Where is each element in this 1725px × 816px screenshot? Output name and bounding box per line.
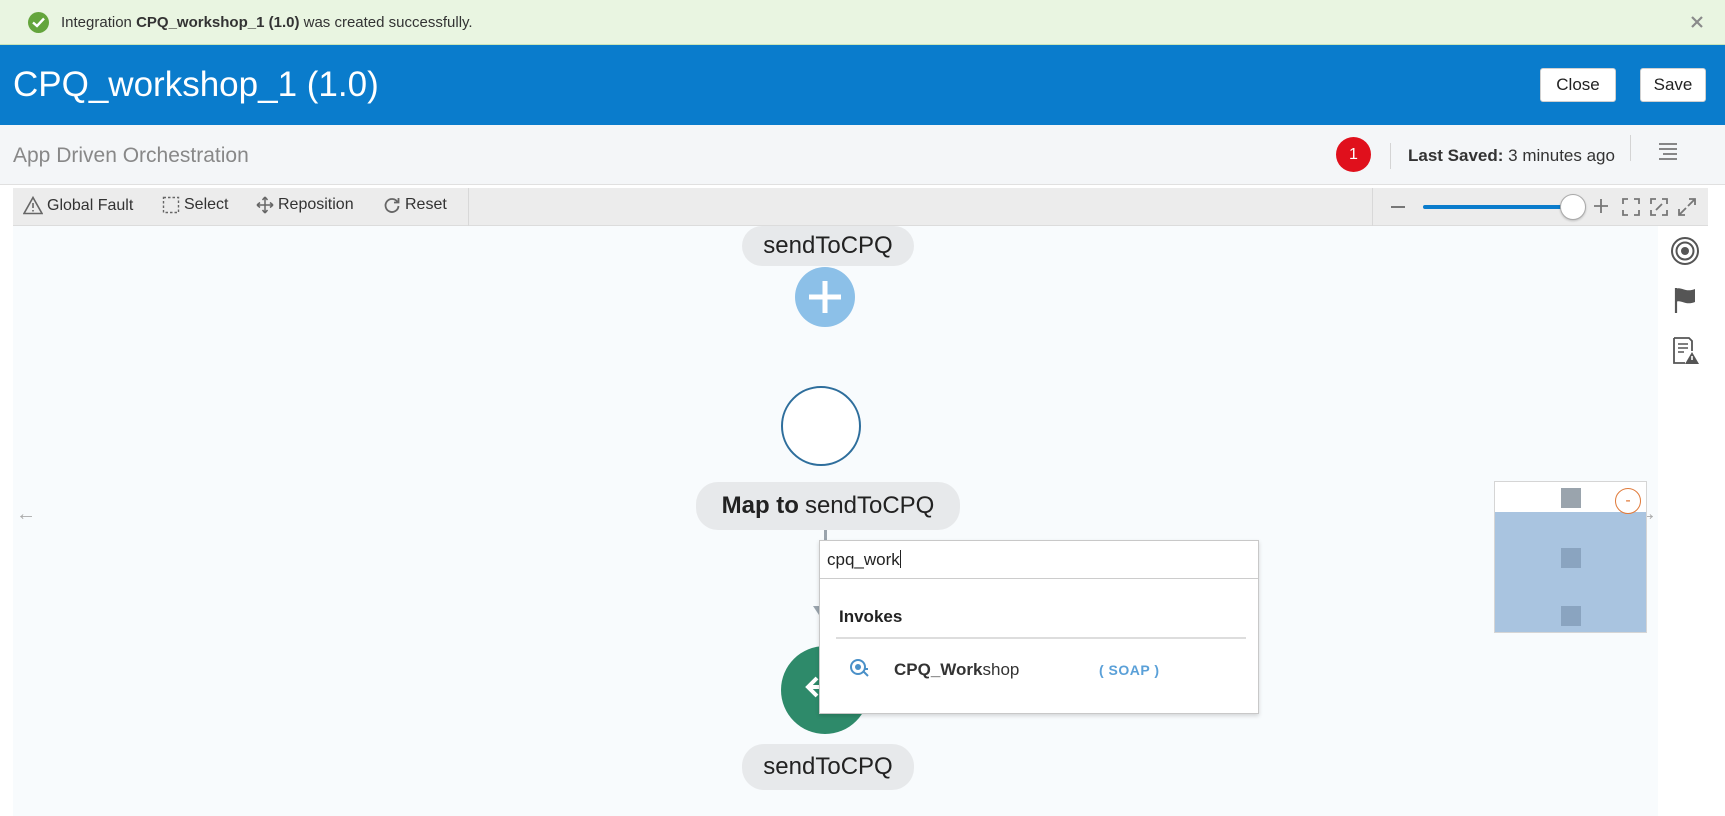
zoom-in-icon[interactable] — [1593, 198, 1609, 214]
add-action-icon[interactable] — [795, 267, 855, 327]
select-icon — [162, 196, 180, 214]
flag-icon[interactable] — [1670, 285, 1700, 315]
divider — [836, 637, 1246, 639]
menu-icon[interactable] — [1658, 142, 1678, 160]
target-icon[interactable] — [1670, 236, 1700, 266]
reset-label: Reset — [405, 196, 447, 213]
divider — [1630, 135, 1631, 161]
minimap-collapse-button[interactable]: - — [1615, 488, 1641, 514]
select-label: Select — [184, 196, 229, 213]
check-circle-icon — [28, 12, 49, 33]
focus-icon[interactable] — [1650, 198, 1668, 216]
canvas-toolbar: Global Fault Select Reposition Reset — [13, 188, 1708, 226]
expand-icon[interactable] — [1678, 198, 1696, 216]
top-node-label[interactable]: sendToCPQ — [742, 226, 914, 266]
success-banner: Integration CPQ_workshop_1 (1.0) was cre… — [0, 0, 1725, 45]
zoom-out-icon[interactable] — [1391, 206, 1405, 208]
action-search-input[interactable]: cpq_work — [820, 541, 1258, 579]
reset-button[interactable]: Reset — [383, 196, 447, 214]
global-fault-button[interactable]: Global Fault — [23, 196, 133, 215]
fit-to-screen-icon[interactable] — [1622, 198, 1640, 216]
text-caret — [899, 550, 901, 568]
global-fault-label: Global Fault — [47, 196, 134, 214]
invokes-group-header: Invokes — [839, 607, 903, 626]
close-button[interactable]: Close — [1540, 68, 1616, 102]
add-action-popup: cpq_work Invokes CPQ_Workshop ( SOAP ) — [819, 540, 1259, 714]
warning-icon — [23, 196, 43, 215]
banner-message: Integration CPQ_workshop_1 (1.0) was cre… — [61, 14, 473, 31]
move-icon — [256, 196, 274, 214]
subheader: App Driven Orchestration 1 Last Saved: 3… — [0, 125, 1725, 185]
divider — [1390, 143, 1391, 169]
orchestration-type-label: App Driven Orchestration — [13, 144, 249, 167]
save-button[interactable]: Save — [1640, 68, 1706, 102]
page-title: CPQ_workshop_1 (1.0) — [13, 65, 379, 104]
reposition-label: Reposition — [278, 196, 354, 213]
bottom-node-label[interactable]: sendToCPQ — [742, 744, 914, 790]
reposition-button[interactable]: Reposition — [256, 196, 354, 214]
last-saved-status: Last Saved: 3 minutes ago — [1408, 146, 1615, 165]
divider — [468, 188, 469, 226]
divider — [1372, 188, 1373, 226]
option-name: CPQ_Workshop — [894, 660, 1020, 679]
minimap[interactable]: - — [1494, 481, 1647, 633]
zoom-slider[interactable] — [1423, 205, 1583, 209]
minimap-node — [1561, 548, 1581, 568]
page-header: CPQ_workshop_1 (1.0) Close Save — [0, 45, 1725, 125]
select-button[interactable]: Select — [162, 196, 228, 214]
soap-connection-icon — [849, 657, 869, 677]
option-type: ( SOAP ) — [1099, 662, 1160, 678]
zoom-slider-handle[interactable] — [1560, 194, 1586, 220]
invoke-option-cpq-workshop[interactable]: CPQ_Workshop ( SOAP ) — [820, 649, 1258, 689]
banner-integration-name: CPQ_workshop_1 (1.0) — [136, 14, 300, 31]
error-count-badge[interactable]: 1 — [1336, 137, 1371, 172]
refresh-icon — [384, 198, 400, 213]
minimap-node — [1561, 488, 1581, 508]
map-node-label[interactable]: Map to sendToCPQ — [696, 482, 960, 530]
pan-left-arrow[interactable]: ← — [16, 503, 36, 526]
map-node[interactable] — [781, 386, 861, 466]
close-icon[interactable] — [1687, 12, 1707, 32]
errors-warnings-icon[interactable] — [1670, 336, 1700, 366]
minimap-node — [1561, 606, 1581, 626]
orchestration-canvas[interactable]: sendToCPQ Map to sendToCPQ sendToCPQ ← → … — [13, 226, 1658, 816]
